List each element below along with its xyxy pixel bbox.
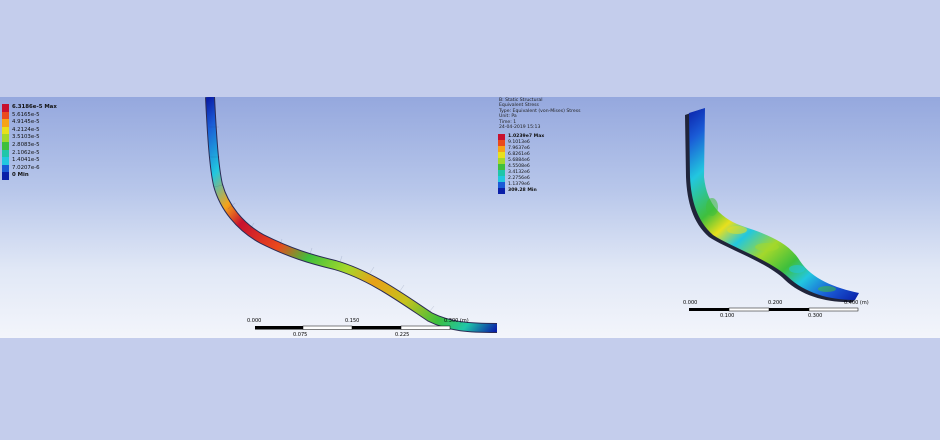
result-info-header: B: Static Structural Equivalent Stress T… (499, 98, 581, 130)
legend-swatch (2, 104, 9, 112)
scale-tick-label: 0.150 (345, 318, 360, 324)
scale-tick-label: 0.225 (395, 332, 410, 338)
legend-entry: 2.8083e-5 (2, 141, 57, 150)
stress-viewport[interactable]: B: Static Structural Equivalent Stress T… (497, 97, 940, 338)
legend-entry: 6.3186e-5 Max (2, 104, 57, 112)
scale-tick-label: 0.000 (683, 300, 698, 306)
legend-swatch (2, 149, 9, 158)
legend-label: 1.4041e-5 (12, 157, 40, 164)
scale-tick-label: 0.200 (768, 300, 783, 306)
deformation-model (205, 97, 497, 333)
legend-swatch (2, 126, 9, 135)
scale-tick-label: 0.300 (m) (444, 318, 469, 324)
legend-label: 2.1062e-5 (12, 149, 40, 156)
scale-bar (689, 307, 859, 312)
deformation-viewport[interactable]: 6.3186e-5 Max 5.6165e-5 4.9145e-5 4.2124e-5… (0, 97, 497, 338)
legend-swatch (2, 134, 9, 142)
legend-swatch (498, 188, 505, 194)
scale-tick-label: 0.400 (m) (844, 300, 869, 306)
legend-entry: 309.28 Min (498, 188, 544, 194)
legend-entry: 7.0207e-6 (2, 164, 57, 173)
legend-entry: 2.1062e-5 (2, 149, 57, 158)
scale-tick-label: 0.100 (720, 313, 735, 319)
legend-entry: 1.4041e-5 (2, 157, 57, 165)
legend-swatch (2, 157, 9, 165)
legend-entry: 4.9145e-5 (2, 119, 57, 127)
legend-entry: 5.6165e-5 (2, 111, 57, 120)
scale-tick-label: 0.300 (808, 313, 823, 319)
legend-label: 4.9145e-5 (12, 119, 40, 126)
scale-tick-label: 0.075 (293, 332, 308, 338)
plate-edge (205, 97, 497, 333)
legend-swatch (2, 172, 9, 180)
legend-label: 5.6165e-5 (12, 111, 40, 118)
legend-entry: 3.5103e-5 (2, 134, 57, 142)
legend-swatch (2, 141, 9, 150)
legend-label: 0 Min (12, 172, 29, 179)
legend-swatch (2, 119, 9, 127)
scale-tick-label: 0.000 (247, 318, 262, 324)
legend-swatch (2, 164, 9, 173)
legend-entry: 4.2124e-5 (2, 126, 57, 135)
plate-deformed-band (206, 97, 497, 332)
stress-legend: 1.0239e7 Max 9.1013e6 7.9637e6 6.8261e6 5.68… (498, 134, 544, 194)
legend-entry: 0 Min (2, 172, 57, 180)
legend-label: 4.2124e-5 (12, 126, 40, 133)
legend-label: 2.8083e-5 (12, 141, 40, 148)
legend-swatch (2, 111, 9, 120)
legend-label: 7.0207e-6 (12, 164, 40, 171)
deformation-legend: 6.3186e-5 Max 5.6165e-5 4.9145e-5 4.2124e-5… (2, 104, 57, 180)
legend-label: 309.28 Min (508, 188, 537, 193)
scale-bar (255, 325, 451, 330)
info-line: 24-04-2019 15:13 (499, 125, 541, 131)
legend-label: 3.5103e-5 (12, 134, 40, 141)
stress-model (685, 108, 859, 312)
legend-label: 6.3186e-5 Max (12, 104, 57, 110)
